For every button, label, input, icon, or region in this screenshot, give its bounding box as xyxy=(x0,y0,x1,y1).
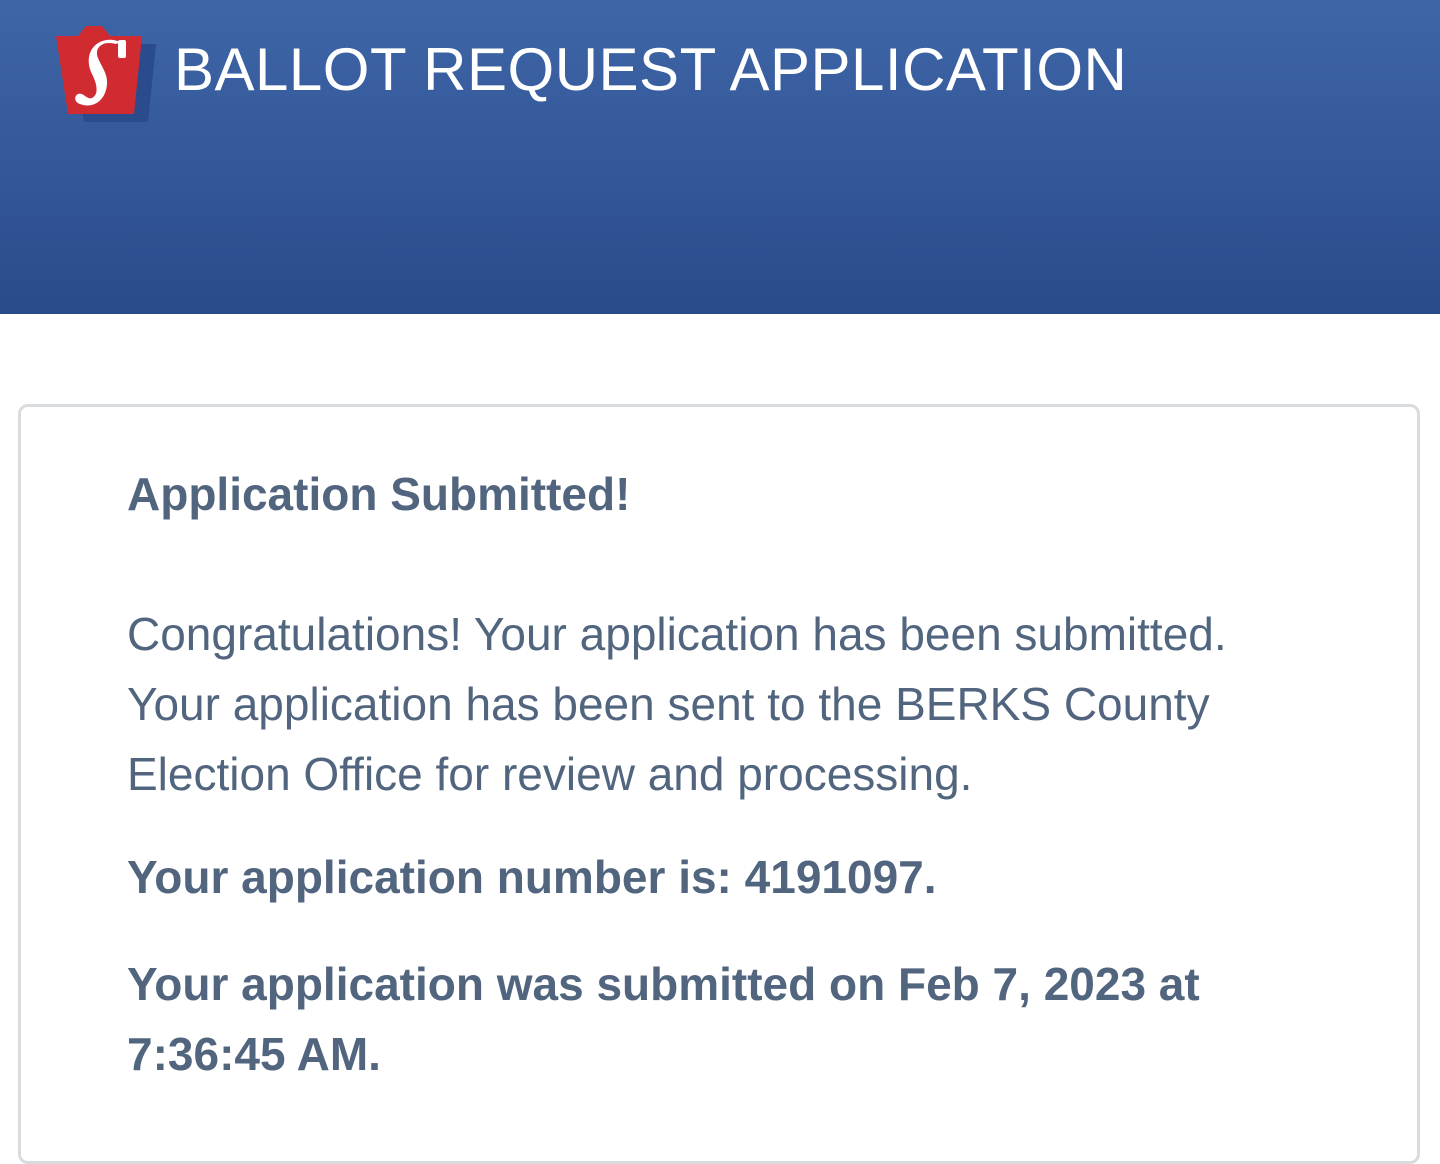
confirmation-heading: Application Submitted! xyxy=(127,468,631,520)
site-header: BALLOT REQUEST APPLICATION xyxy=(0,0,1440,314)
submission-timestamp: Your application was submitted on Feb 7,… xyxy=(127,958,1200,1080)
confirmation-message: Congratulations! Your application has be… xyxy=(127,608,1227,800)
pa-keystone-logo-icon xyxy=(56,26,156,122)
application-number: Your application number is: 4191097. xyxy=(127,851,937,903)
confirmation-card: Application Submitted! Congratulations! … xyxy=(18,404,1420,1164)
app-title: BALLOT REQUEST APPLICATION xyxy=(174,36,1128,103)
